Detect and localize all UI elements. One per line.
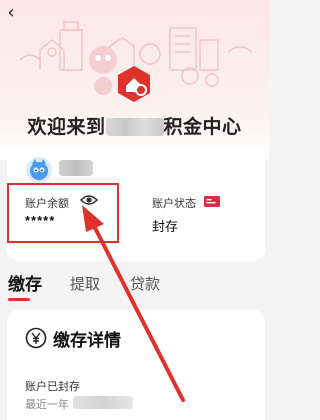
status-value: 封存 <box>152 219 179 234</box>
tab-bar: 缴存 提取 贷款 <box>0 270 269 301</box>
last-year-label: 最近一年 <box>25 399 69 411</box>
id-card-icon <box>204 196 220 207</box>
deposit-detail-card: 缴存详情 账户已封存 最近一年 <box>7 310 265 420</box>
avatar <box>26 157 52 183</box>
sealed-status-text: 账户已封存 <box>25 381 80 393</box>
welcome-prefix: 欢迎来到 <box>27 117 106 138</box>
redacted-last-year-value <box>73 396 133 409</box>
chevron-left-icon[interactable]: ‹ <box>2 4 20 22</box>
tab-deposit[interactable]: 缴存 <box>8 270 42 295</box>
housing-fund-logo-icon <box>118 66 150 102</box>
tab-withdraw[interactable]: 提取 <box>70 273 100 294</box>
yuan-coin-icon <box>25 327 47 349</box>
status-label: 账户状态 <box>152 198 196 210</box>
redacted-user-name <box>59 160 93 176</box>
redacted-city-name <box>105 118 164 136</box>
tab-loan[interactable]: 贷款 <box>130 273 160 294</box>
detail-title: 缴存详情 <box>53 331 121 350</box>
highlight-box <box>7 183 119 243</box>
welcome-suffix: 积金中心 <box>163 117 242 138</box>
active-tab-indicator <box>8 298 30 301</box>
page-title: 欢迎来到 积金中心 <box>0 112 269 139</box>
